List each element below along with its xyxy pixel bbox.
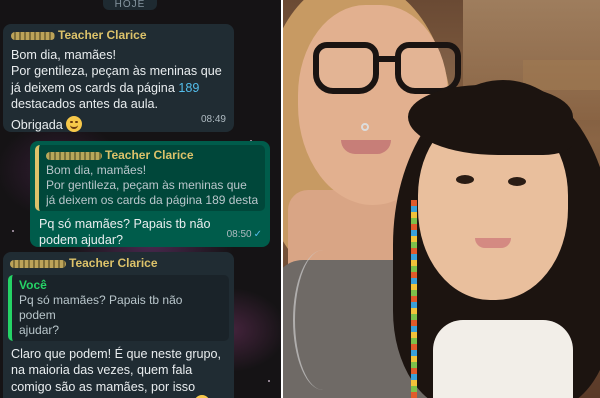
girl-eye-left [456,175,474,184]
girl-shirt [433,320,573,398]
message-text: Bom dia, mamães! Por gentileza, peçam às… [11,47,226,133]
message-line: Por gentileza, peçam às meninas que [11,64,222,79]
background-shelf [523,60,600,90]
quoted-message[interactable]: Você Pq só mamães? Papais tb não podem a… [8,275,229,341]
glasses [313,42,463,97]
quoted-line: Bom dia, mamães! [46,163,147,177]
smiling-face-emoji-icon [65,115,82,132]
whatsapp-chat-panel: HOJE Teacher Clarice Bom dia, mamães! Po… [0,0,281,398]
message-bubble-incoming[interactable]: Teacher Clarice Você Pq só mamães? Papai… [3,252,234,398]
date-separator: HOJE [103,0,157,10]
page-link[interactable]: 189 [178,81,199,95]
message-sender[interactable]: Teacher Clarice [8,256,229,271]
quoted-sender: Você [19,278,47,292]
message-timestamp: 08:49 [200,113,226,125]
nose-ring [361,123,369,131]
girl-eye-right [508,177,526,186]
background-star [268,380,270,382]
quoted-line: ajudar? [19,323,60,337]
necklace [293,250,353,390]
message-sender[interactable]: Teacher Clarice [11,28,226,43]
woman-lips [341,140,391,154]
colorful-braid [411,200,417,398]
background-star [12,230,14,232]
selfie-photo [283,0,600,398]
glasses-lens-right [395,42,461,94]
message-line: Obrigada [11,115,226,133]
redacted-name-scribble [46,151,102,160]
quoted-sender: Teacher Clarice [46,148,258,163]
message-line: Bom dia, mamães! [11,48,116,62]
message-text: Claro que podem! É que neste grupo, na m… [8,346,229,398]
quoted-line: Por gentileza, peçam às meninas que [46,178,247,192]
read-checkmark-icon: ✓ [253,228,262,240]
quoted-message[interactable]: Teacher Clarice Bom dia, mamães! Por gen… [35,145,265,211]
message-timestamp: 08:50 ✓ [226,228,262,240]
redacted-name-scribble [10,259,66,268]
girl-lips [475,238,511,248]
message-line: já deixem os cards da página 189 [11,80,200,95]
glasses-lens-left [313,42,379,94]
quoted-line: já deixem os cards da página 189 desta..… [46,193,258,207]
message-bubble-outgoing[interactable]: Teacher Clarice Bom dia, mamães! Por gen… [30,141,270,247]
redacted-name-scribble [11,31,55,40]
message-bubble-incoming[interactable]: Teacher Clarice Bom dia, mamães! Por gen… [3,24,234,132]
message-line: destacados antes da aula. [11,97,159,112]
quoted-line: Pq só mamães? Papais tb não podem [19,293,183,322]
